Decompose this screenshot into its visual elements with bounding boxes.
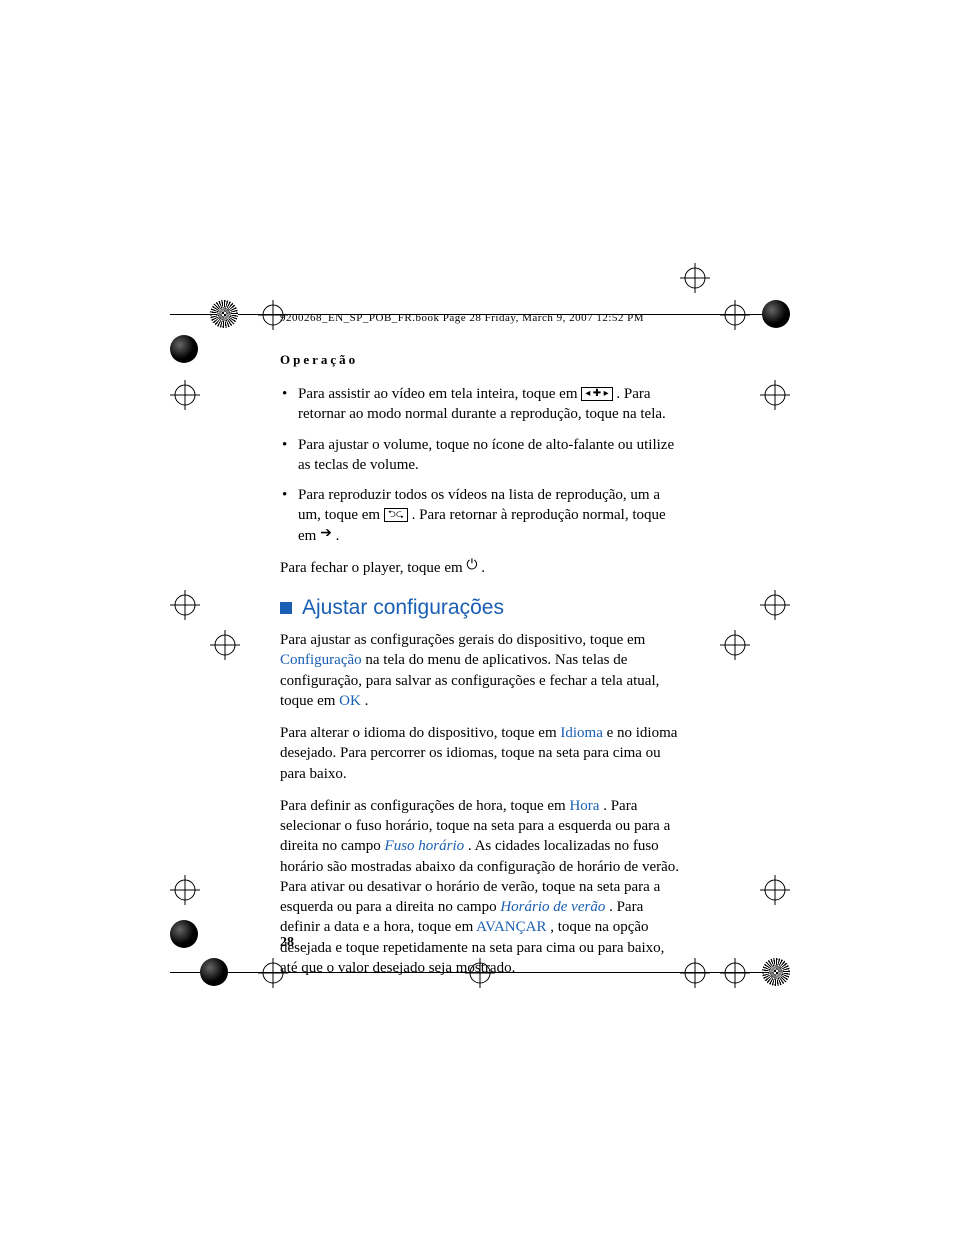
ui-reference-link: Configuração — [280, 652, 362, 668]
body-text: Para definir as configurações de hora, t… — [280, 798, 569, 814]
registration-mark-icon — [760, 380, 790, 410]
bullet-list: Para assistir ao vídeo em tela inteira, … — [280, 384, 680, 546]
registration-mark-icon — [720, 958, 750, 988]
ui-reference-link: OK — [339, 693, 361, 709]
section-header: Operação — [280, 352, 680, 368]
ui-reference-link: Horário de verão — [500, 899, 605, 915]
body-text: Para fechar o player, toque em — [280, 560, 466, 576]
heading-bullet-icon — [280, 602, 292, 614]
body-paragraph: Para fechar o player, toque em ⏻ . — [280, 558, 680, 578]
body-paragraph: Para alterar o idioma do dispositivo, to… — [280, 723, 680, 784]
registration-mark-icon — [170, 590, 200, 620]
arrow-right-icon: ➔ — [320, 528, 332, 542]
registration-mark-icon — [680, 263, 710, 293]
black-dot-icon — [200, 958, 228, 986]
body-text: Para ajustar o volume, toque no ícone de… — [298, 437, 674, 473]
registration-mark-icon — [170, 875, 200, 905]
power-icon: ⏻ — [466, 560, 477, 574]
ui-reference-link: Fuso horário — [385, 838, 465, 854]
ui-reference-link: Idioma — [560, 725, 603, 741]
heading-text: Ajustar configurações — [302, 596, 504, 620]
body-text: Para alterar o idioma do dispositivo, to… — [280, 725, 560, 741]
list-item: Para ajustar o volume, toque no ícone de… — [280, 435, 680, 476]
body-text: . — [481, 560, 485, 576]
hatch-dot-icon — [210, 300, 238, 328]
black-dot-icon — [170, 920, 198, 948]
page-number: 28 — [280, 935, 294, 951]
loop-icon: ⮌⮎ — [384, 508, 408, 522]
body-paragraph: Para definir as configurações de hora, t… — [280, 796, 680, 978]
hatch-dot-icon — [762, 958, 790, 986]
ui-reference-link: AVANÇAR — [476, 919, 546, 935]
body-text: Para assistir ao vídeo em tela inteira, … — [298, 386, 581, 402]
list-item: Para reproduzir todos os vídeos na lista… — [280, 485, 680, 546]
section-heading: Ajustar configurações — [280, 596, 680, 620]
body-text: Para ajustar as configurações gerais do … — [280, 632, 645, 648]
registration-mark-icon — [720, 630, 750, 660]
black-dot-icon — [762, 300, 790, 328]
ui-reference-link: Hora — [569, 798, 599, 814]
body-paragraph: Para ajustar as configurações gerais do … — [280, 630, 680, 711]
registration-mark-icon — [760, 875, 790, 905]
black-dot-icon — [170, 335, 198, 363]
page-content: 9200268_EN_SP_POB_FR.book Page 28 Friday… — [280, 312, 680, 990]
running-head: 9200268_EN_SP_POB_FR.book Page 28 Friday… — [280, 312, 680, 324]
registration-mark-icon — [210, 630, 240, 660]
body-text: . — [336, 528, 340, 544]
registration-mark-icon — [720, 300, 750, 330]
registration-mark-icon — [170, 380, 200, 410]
body-text: . — [365, 693, 369, 709]
registration-mark-icon — [760, 590, 790, 620]
registration-mark-icon — [680, 958, 710, 988]
fullscreen-icon: ◂ ✚ ▸ — [581, 387, 612, 401]
list-item: Para assistir ao vídeo em tela inteira, … — [280, 384, 680, 425]
